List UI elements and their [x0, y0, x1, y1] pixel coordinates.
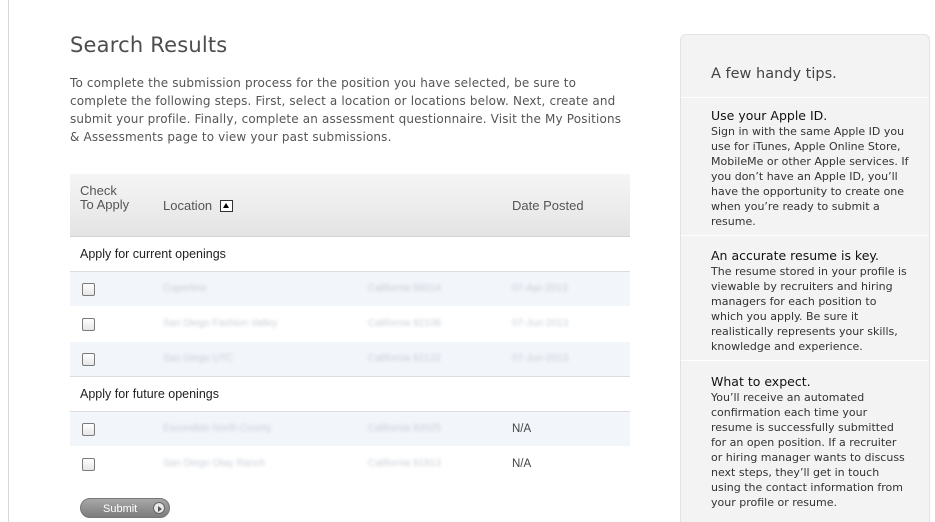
header-date-posted[interactable]: Date Posted — [512, 198, 584, 213]
date-posted: N/A — [512, 458, 532, 470]
tips-panel: A few handy tips. Use your Apple ID. Sig… — [680, 34, 930, 522]
location-name: San Diego UTC — [163, 353, 234, 364]
play-arrow-icon — [153, 502, 165, 514]
location-region: California 92122 — [368, 353, 441, 364]
tip-accurate-resume: An accurate resume is key. The resume st… — [711, 248, 911, 354]
location-name: San Diego Otay Ranch — [163, 458, 266, 469]
tip-body: Sign in with the same Apple ID you use f… — [711, 125, 909, 228]
apply-checkbox[interactable] — [82, 423, 95, 436]
table-row: San Diego UTC California 92122 07-Jun-20… — [70, 342, 630, 377]
table-header: Check To Apply Location Date Posted — [70, 174, 630, 237]
apply-checkbox[interactable] — [82, 353, 95, 366]
table-row: Escondido North County California 92025 … — [70, 412, 630, 447]
page-left-border — [8, 0, 9, 522]
date-posted: 07-Apr-2013 — [512, 283, 568, 294]
table-row: Cupertino California 95014 07-Apr-2013 — [70, 272, 630, 307]
group-future-openings: Apply for future openings — [70, 377, 630, 412]
tip-heading: What to expect. — [711, 374, 811, 389]
group-current-openings: Apply for current openings — [70, 237, 630, 272]
intro-text: To complete the submission process for t… — [70, 76, 622, 144]
date-posted: 07-Jun-2013 — [512, 353, 569, 364]
table-row: San Diego Fashion Valley California 9210… — [70, 307, 630, 342]
location-name: Escondido North County — [163, 423, 272, 434]
tip-what-to-expect: What to expect. You’ll receive an automa… — [711, 374, 911, 510]
tip-heading: Use your Apple ID. — [711, 108, 828, 123]
header-location[interactable]: Location — [163, 198, 234, 213]
tip-body: You’ll receive an automated confirmation… — [711, 391, 905, 509]
tips-divider — [681, 360, 929, 361]
location-region: California 92025 — [368, 423, 441, 434]
results-table: Check To Apply Location Date Posted Appl… — [70, 174, 630, 482]
date-posted: 07-Jun-2013 — [512, 318, 569, 329]
sort-ascending-icon[interactable] — [220, 199, 234, 212]
page: Search Results To complete the submissio… — [0, 0, 935, 522]
submit-button[interactable]: Submit — [80, 498, 170, 518]
submit-button-label: Submit — [103, 503, 138, 515]
tips-title: A few handy tips. — [711, 66, 837, 82]
apply-checkbox[interactable] — [82, 458, 95, 471]
date-posted: N/A — [512, 423, 532, 435]
location-region: California 91913 — [368, 458, 441, 469]
location-region: California 92108 — [368, 318, 441, 329]
tips-divider — [681, 97, 929, 98]
tip-apple-id: Use your Apple ID. Sign in with the same… — [711, 108, 911, 229]
location-name: Cupertino — [163, 283, 207, 294]
page-title: Search Results — [70, 33, 228, 57]
apply-checkbox[interactable] — [82, 283, 95, 296]
header-check-to-apply: Check To Apply — [80, 183, 130, 212]
tips-divider — [681, 235, 929, 236]
apply-checkbox[interactable] — [82, 318, 95, 331]
tip-heading: An accurate resume is key. — [711, 248, 879, 263]
location-region: California 95014 — [368, 283, 441, 294]
location-name: San Diego Fashion Valley — [163, 318, 278, 329]
table-row: San Diego Otay Ranch California 91913 N/… — [70, 447, 630, 482]
tip-body: The resume stored in your profile is vie… — [711, 265, 907, 353]
header-location-label[interactable]: Location — [163, 198, 212, 213]
